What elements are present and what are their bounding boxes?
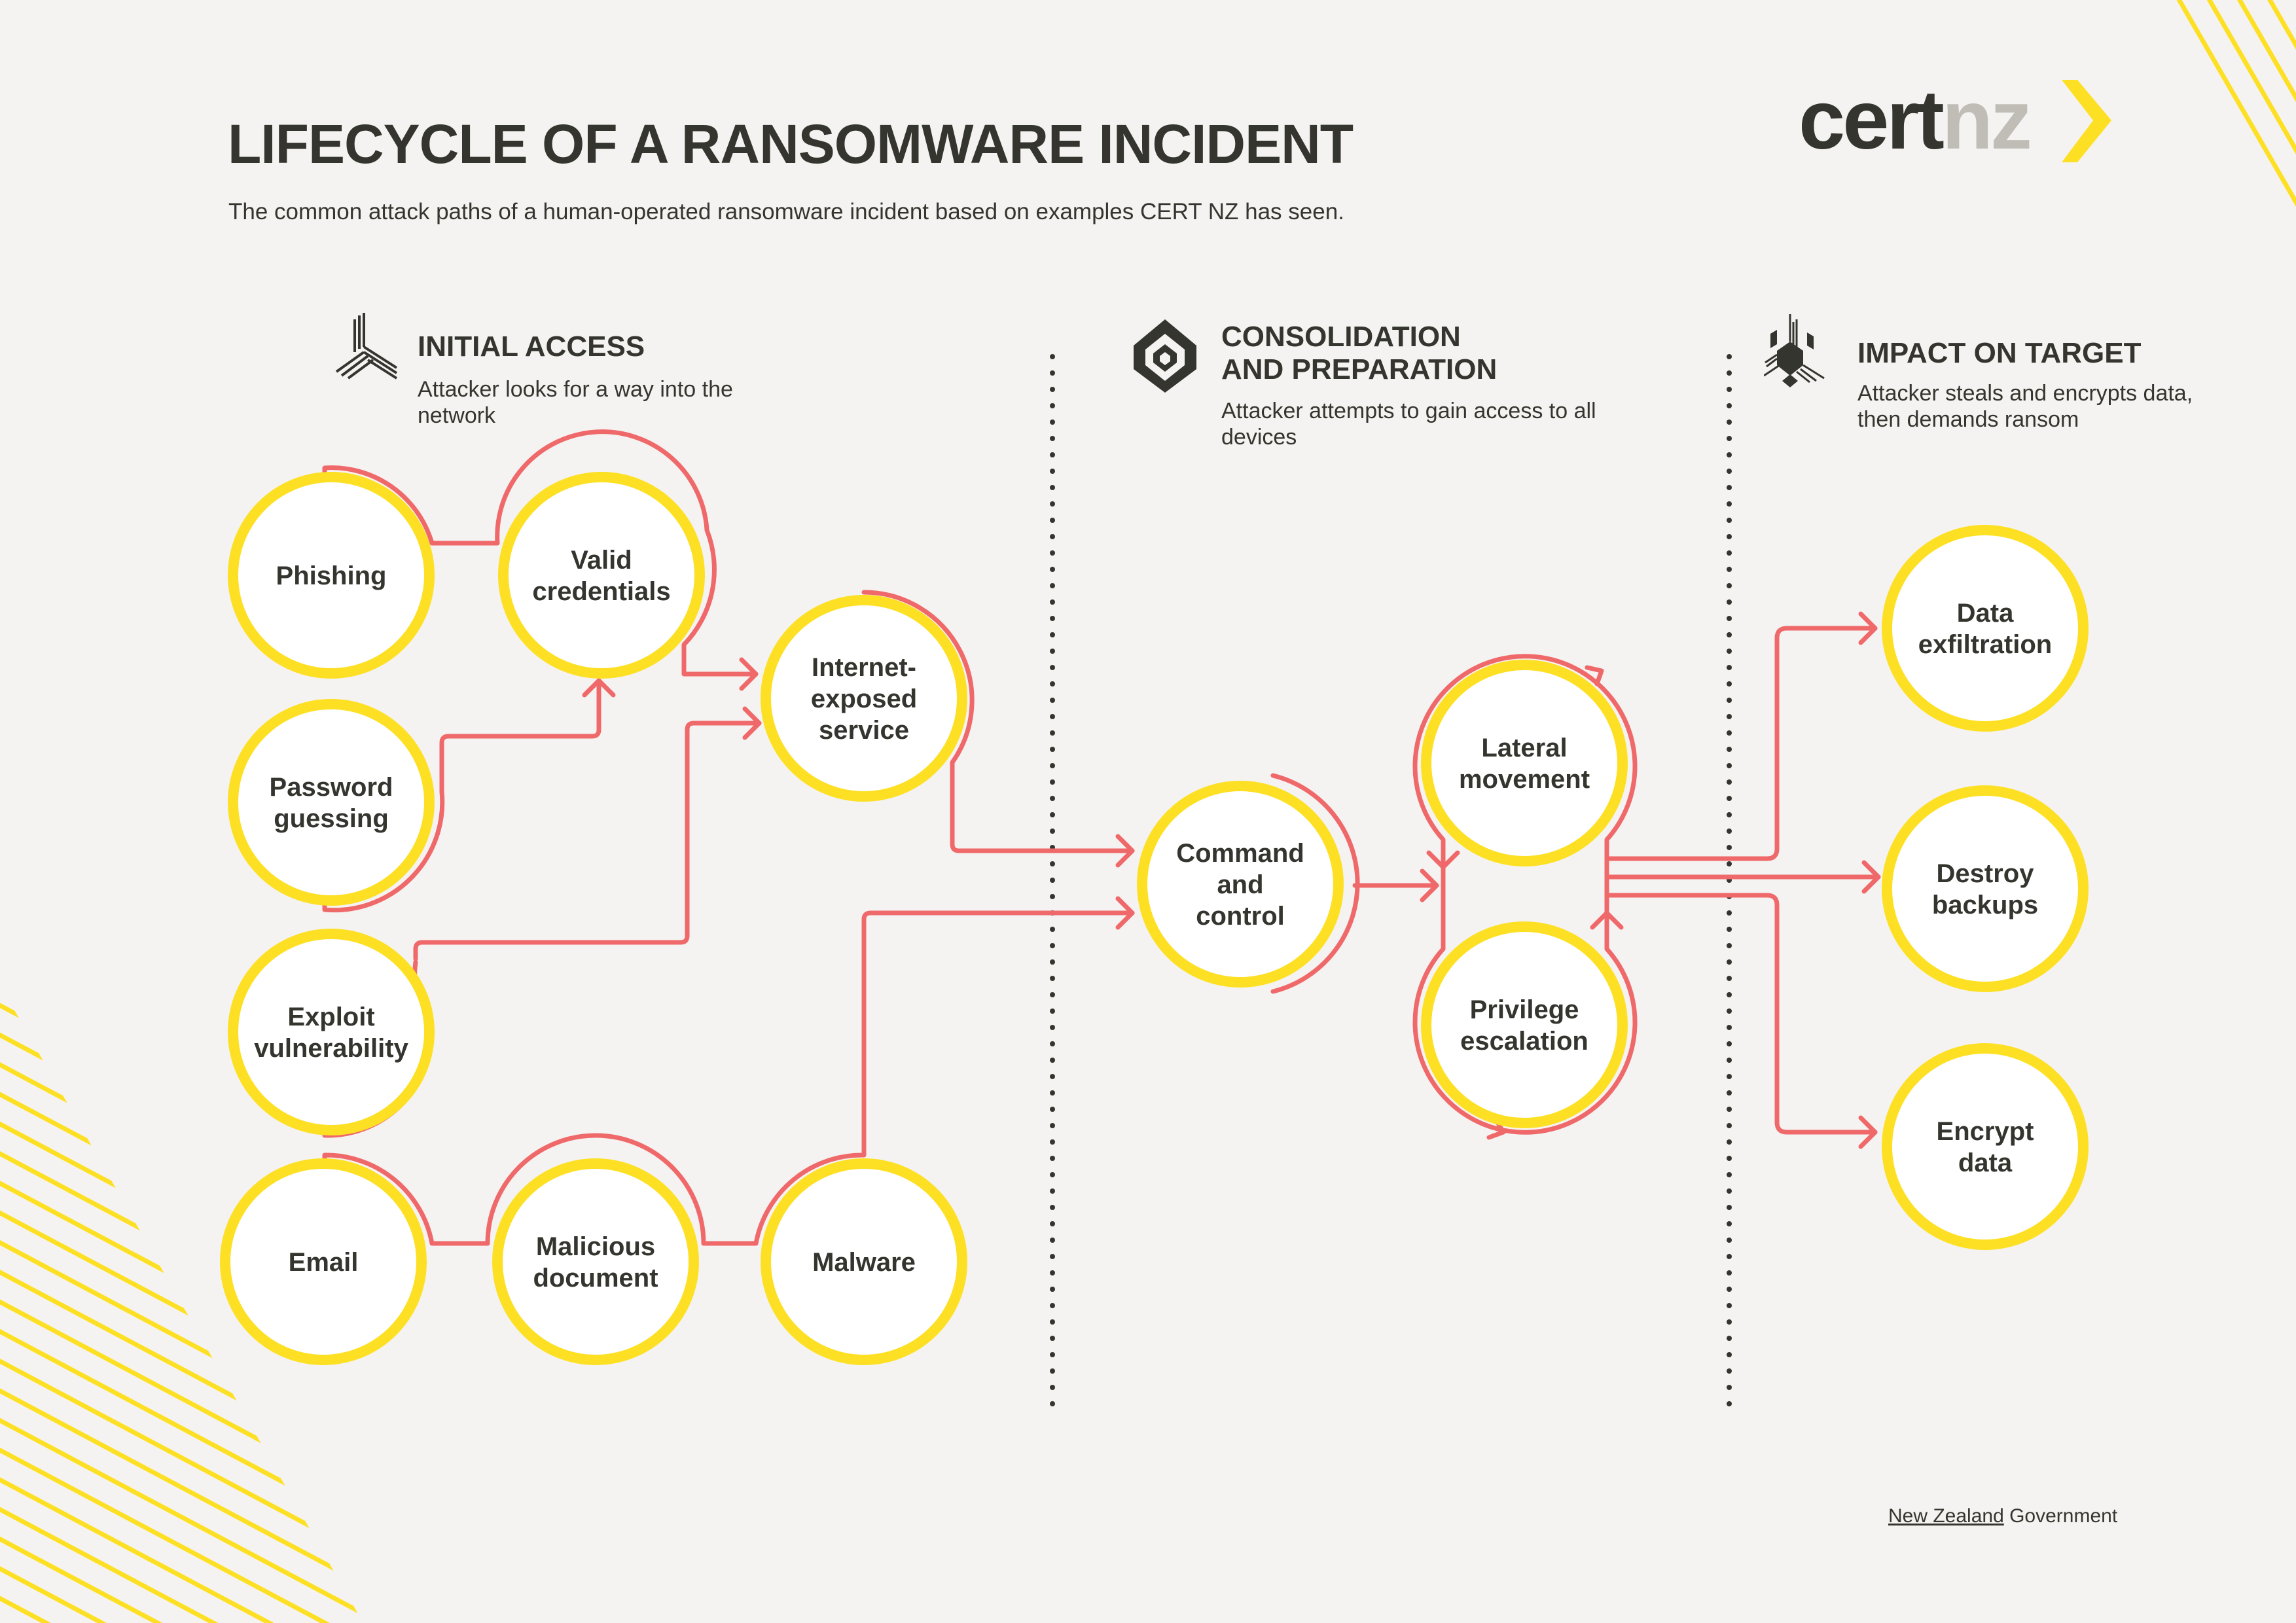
node-command-control[interactable]: Commandand control [1137, 781, 1344, 988]
phase-divider [1050, 354, 1055, 1406]
node-ring [492, 1158, 699, 1365]
node-label: Lateral [1481, 734, 1567, 762]
node-ring [1882, 785, 2089, 992]
node-malicious-document[interactable]: Malicious document [492, 1158, 699, 1365]
node-data-exfiltration[interactable]: Dataexfiltration [1882, 525, 2089, 732]
node-ring [1421, 660, 1628, 866]
node-label: data [1958, 1149, 2013, 1177]
node-valid-credentials[interactable]: Validcredentials [498, 472, 705, 679]
path-to-encrypt-data [1604, 893, 1878, 1135]
node-label: control [1196, 902, 1285, 931]
node-label: Email [289, 1248, 359, 1277]
node-encrypt-data[interactable]: Encrypt data [1882, 1043, 2089, 1250]
phase-divider [1727, 354, 1732, 1406]
node-label: exfiltration [1918, 630, 2052, 659]
node-phishing[interactable]: Phishing [228, 472, 435, 679]
node-label: Valid [571, 546, 632, 575]
path-to-data-exfiltration [1604, 626, 1878, 861]
node-label: document [533, 1264, 658, 1293]
node-label: Password [270, 773, 393, 802]
node-exploit-vulnerability[interactable]: Exploit vulnerability [228, 929, 435, 1135]
node-label: backups [1932, 891, 2038, 919]
node-ring [498, 472, 705, 679]
node-ring [228, 699, 435, 906]
node-label: exposed [811, 685, 917, 713]
nz-government-logo: New Zealand Government [1888, 1505, 2117, 1527]
node-label: Destroy [1937, 859, 2035, 888]
node-lateral-movement[interactable]: Lateral movement [1421, 660, 1628, 866]
node-label: Phishing [276, 562, 387, 590]
node-label: movement [1459, 765, 1590, 794]
node-privilege-escalation[interactable]: Privilege escalation [1421, 921, 1628, 1128]
node-ring [1882, 525, 2089, 732]
node-label: vulnerability [254, 1034, 408, 1063]
node-label: Command [1176, 839, 1304, 868]
gov-text-government: Government [2003, 1505, 2118, 1527]
node-label: Malicious [536, 1232, 655, 1261]
node-label: credentials [532, 577, 670, 606]
node-label: Exploit [287, 1003, 374, 1031]
path-exploit-to-internet [413, 721, 762, 961]
node-ring [1421, 921, 1628, 1128]
node-label: Privilege [1470, 995, 1579, 1024]
node-password-guessing[interactable]: Passwordguessing [228, 699, 435, 906]
node-email[interactable]: Email [220, 1158, 427, 1365]
gov-text-nz: New Zealand [1888, 1505, 2004, 1527]
node-label: escalation [1460, 1027, 1588, 1056]
node-label: service [819, 716, 909, 745]
node-ring [1882, 1043, 2089, 1250]
node-ring [228, 929, 435, 1135]
node-label: Encrypt [1937, 1117, 2034, 1146]
node-malware[interactable]: Malware [761, 1158, 967, 1365]
node-label: Internet- [812, 653, 916, 682]
node-internet-exposed[interactable]: Internet-exposed service [761, 595, 967, 802]
attack-path-diagram: Phishing Validcredentials Passwordguessing… [220, 354, 2089, 1406]
node-label: and [1217, 870, 1263, 899]
path-email-to-command [322, 910, 1135, 1246]
node-destroy-backups[interactable]: Destroy backups [1882, 785, 2089, 992]
node-label: Data [1957, 599, 2014, 628]
node-label: guessing [274, 804, 389, 833]
node-label: Malware [812, 1248, 916, 1277]
